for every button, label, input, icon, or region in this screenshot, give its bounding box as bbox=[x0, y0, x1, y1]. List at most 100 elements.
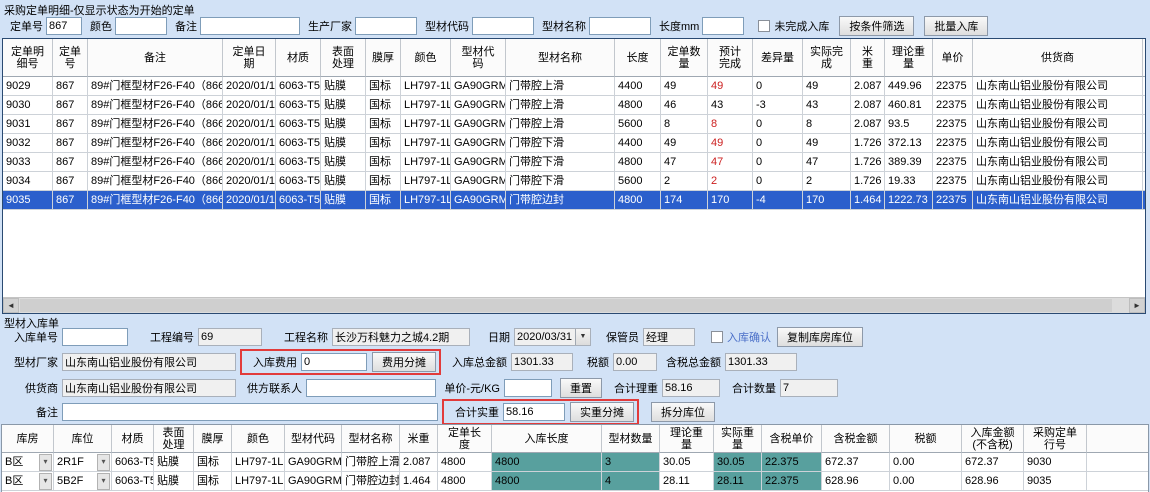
table-row[interactable]: B区▾2R1F▾6063-T5贴膜国标LH797-1LL0GA90GRM03门带… bbox=[2, 453, 1149, 472]
supplier-contact-input[interactable] bbox=[306, 379, 436, 397]
column-header-10[interactable]: 型材名称 bbox=[506, 39, 615, 77]
calendar-dropdown-icon[interactable]: ▼ bbox=[575, 329, 590, 345]
column-header-18[interactable]: 单价 bbox=[933, 39, 973, 77]
project-name-input[interactable] bbox=[332, 328, 470, 346]
scroll-right-icon[interactable]: ► bbox=[1129, 298, 1145, 313]
date-picker[interactable]: ▼ bbox=[514, 328, 591, 346]
column-header-4[interactable]: 表面处理 bbox=[154, 425, 194, 453]
filter-by-condition-button[interactable]: 按条件筛选 bbox=[839, 16, 914, 36]
inbound-total-input[interactable] bbox=[511, 353, 573, 371]
scroll-left-icon[interactable]: ◄ bbox=[3, 298, 19, 313]
column-header-5[interactable]: 膜厚 bbox=[194, 425, 232, 453]
column-header-18[interactable]: 入库金额(不含税) bbox=[962, 425, 1024, 453]
column-header-13[interactable]: 理论重量 bbox=[660, 425, 714, 453]
table-row[interactable]: 902986789#门框型材F26-F40（866+867）2020/01/13… bbox=[3, 77, 1146, 96]
actual-weight-allocate-button[interactable]: 实重分摊 bbox=[570, 402, 634, 422]
filter-profile-name-input[interactable] bbox=[589, 17, 651, 35]
column-header-6[interactable]: 颜色 bbox=[232, 425, 285, 453]
chevron-down-icon[interactable]: ▾ bbox=[97, 473, 110, 490]
date-input[interactable] bbox=[515, 329, 575, 345]
filter-color-input[interactable] bbox=[115, 17, 167, 35]
column-header-11[interactable]: 入库长度 bbox=[492, 425, 602, 453]
column-header-10[interactable]: 定单长度 bbox=[438, 425, 492, 453]
supplier-input[interactable] bbox=[62, 379, 236, 397]
column-header-20[interactable] bbox=[1087, 425, 1149, 453]
column-header-19[interactable]: 供货商 bbox=[973, 39, 1143, 77]
column-header-15[interactable]: 含税单价 bbox=[762, 425, 822, 453]
unit-price-input[interactable] bbox=[504, 379, 552, 397]
keeper-input[interactable] bbox=[643, 328, 695, 346]
cell[interactable]: B区▾ bbox=[2, 453, 54, 472]
column-header-19[interactable]: 采购定单行号 bbox=[1024, 425, 1087, 453]
column-header-7[interactable]: 膜厚 bbox=[366, 39, 401, 77]
reset-button[interactable]: 重置 bbox=[560, 378, 602, 398]
total-qty-input[interactable] bbox=[780, 379, 838, 397]
batch-inbound-button[interactable]: 批量入库 bbox=[924, 16, 988, 36]
column-header-14[interactable]: 实际重量 bbox=[714, 425, 762, 453]
column-header-7[interactable]: 型材代码 bbox=[285, 425, 342, 453]
copy-location-button[interactable]: 复制库房库位 bbox=[777, 327, 863, 347]
column-header-8[interactable]: 颜色 bbox=[401, 39, 451, 77]
column-header-1[interactable]: 定单明细号 bbox=[3, 39, 53, 77]
table-row[interactable]: 903086789#门框型材F26-F40（866+867）2020/01/13… bbox=[3, 96, 1146, 115]
profile-factory-input[interactable] bbox=[62, 353, 236, 371]
unfinished-inbound-checkbox[interactable] bbox=[758, 20, 770, 32]
column-header-9[interactable]: 米重 bbox=[400, 425, 438, 453]
column-header-14[interactable]: 差异量 bbox=[753, 39, 803, 77]
column-header-6[interactable]: 表面处理 bbox=[321, 39, 366, 77]
column-header-2[interactable]: 库位 bbox=[54, 425, 112, 453]
column-header-12[interactable]: 定单数量 bbox=[661, 39, 708, 77]
filter-manufacturer-input[interactable] bbox=[355, 17, 417, 35]
column-header-12[interactable]: 型材数量 bbox=[602, 425, 660, 453]
column-header-4[interactable]: 定单日期 bbox=[223, 39, 276, 77]
table-row[interactable]: 903186789#门框型材F26-F40（866+867）2020/01/13… bbox=[3, 115, 1146, 134]
scrollbar-thumb[interactable] bbox=[20, 299, 1112, 312]
filter-length-mm-input[interactable] bbox=[702, 17, 744, 35]
cell[interactable]: B区▾ bbox=[2, 472, 54, 491]
project-no-input[interactable] bbox=[198, 328, 262, 346]
column-header-3[interactable]: 备注 bbox=[88, 39, 223, 77]
inbound-fee-input[interactable] bbox=[301, 353, 367, 371]
filter-profile-code-input[interactable] bbox=[472, 17, 534, 35]
date-label: 日期 bbox=[470, 329, 510, 345]
tax-input[interactable] bbox=[613, 353, 657, 371]
column-header-9[interactable]: 型材代码 bbox=[451, 39, 506, 77]
total-actual-weight-input[interactable] bbox=[503, 403, 565, 421]
column-header-1[interactable]: 库房 bbox=[2, 425, 54, 453]
fee-allocate-button[interactable]: 费用分摊 bbox=[372, 352, 436, 372]
table-row[interactable]: 903286789#门框型材F26-F40（866+867）2020/01/13… bbox=[3, 134, 1146, 153]
table-row[interactable]: B区▾5B2F▾6063-T5贴膜国标LH797-1LL0GA90GRM05门带… bbox=[2, 472, 1149, 491]
column-header-17[interactable]: 理论重量 bbox=[885, 39, 933, 77]
inbound-no-input[interactable] bbox=[62, 328, 128, 346]
column-header-8[interactable]: 型材名称 bbox=[342, 425, 400, 453]
cell: 门带腔上滑 bbox=[506, 77, 615, 96]
column-header-20[interactable] bbox=[1143, 39, 1146, 77]
cell[interactable]: 2R1F▾ bbox=[54, 453, 112, 472]
chevron-down-icon[interactable]: ▾ bbox=[97, 454, 110, 471]
filter-order-no-input[interactable] bbox=[46, 17, 82, 35]
cell: 5600 bbox=[615, 115, 661, 134]
chevron-down-icon[interactable]: ▾ bbox=[39, 473, 52, 490]
column-header-3[interactable]: 材质 bbox=[112, 425, 154, 453]
column-header-5[interactable]: 材质 bbox=[276, 39, 321, 77]
cell[interactable]: 5B2F▾ bbox=[54, 472, 112, 491]
remark-label: 备注 bbox=[0, 404, 58, 420]
filter-remark-input[interactable] bbox=[200, 17, 300, 35]
column-header-16[interactable]: 含税金额 bbox=[822, 425, 890, 453]
table-row[interactable]: 903386789#门框型材F26-F40（866+867）2020/01/13… bbox=[3, 153, 1146, 172]
column-header-13[interactable]: 预计完成 bbox=[708, 39, 753, 77]
tax-total-input[interactable] bbox=[725, 353, 797, 371]
horizontal-scrollbar[interactable]: ◄ ► bbox=[3, 297, 1145, 313]
column-header-11[interactable]: 长度 bbox=[615, 39, 661, 77]
table-row[interactable]: 903486789#门框型材F26-F40（866+867）2020/01/13… bbox=[3, 172, 1146, 191]
table-row[interactable]: 903586789#门框型材F26-F40（866+867）2020/01/13… bbox=[3, 191, 1146, 210]
split-location-button[interactable]: 拆分库位 bbox=[651, 402, 715, 422]
column-header-2[interactable]: 定单号 bbox=[53, 39, 88, 77]
column-header-15[interactable]: 实际完成 bbox=[803, 39, 851, 77]
inbound-confirm-checkbox[interactable] bbox=[711, 331, 723, 343]
column-header-16[interactable]: 米重 bbox=[851, 39, 885, 77]
total-theory-weight-input[interactable] bbox=[662, 379, 720, 397]
column-header-17[interactable]: 税额 bbox=[890, 425, 962, 453]
remark-input[interactable] bbox=[62, 403, 438, 421]
chevron-down-icon[interactable]: ▾ bbox=[39, 454, 52, 471]
